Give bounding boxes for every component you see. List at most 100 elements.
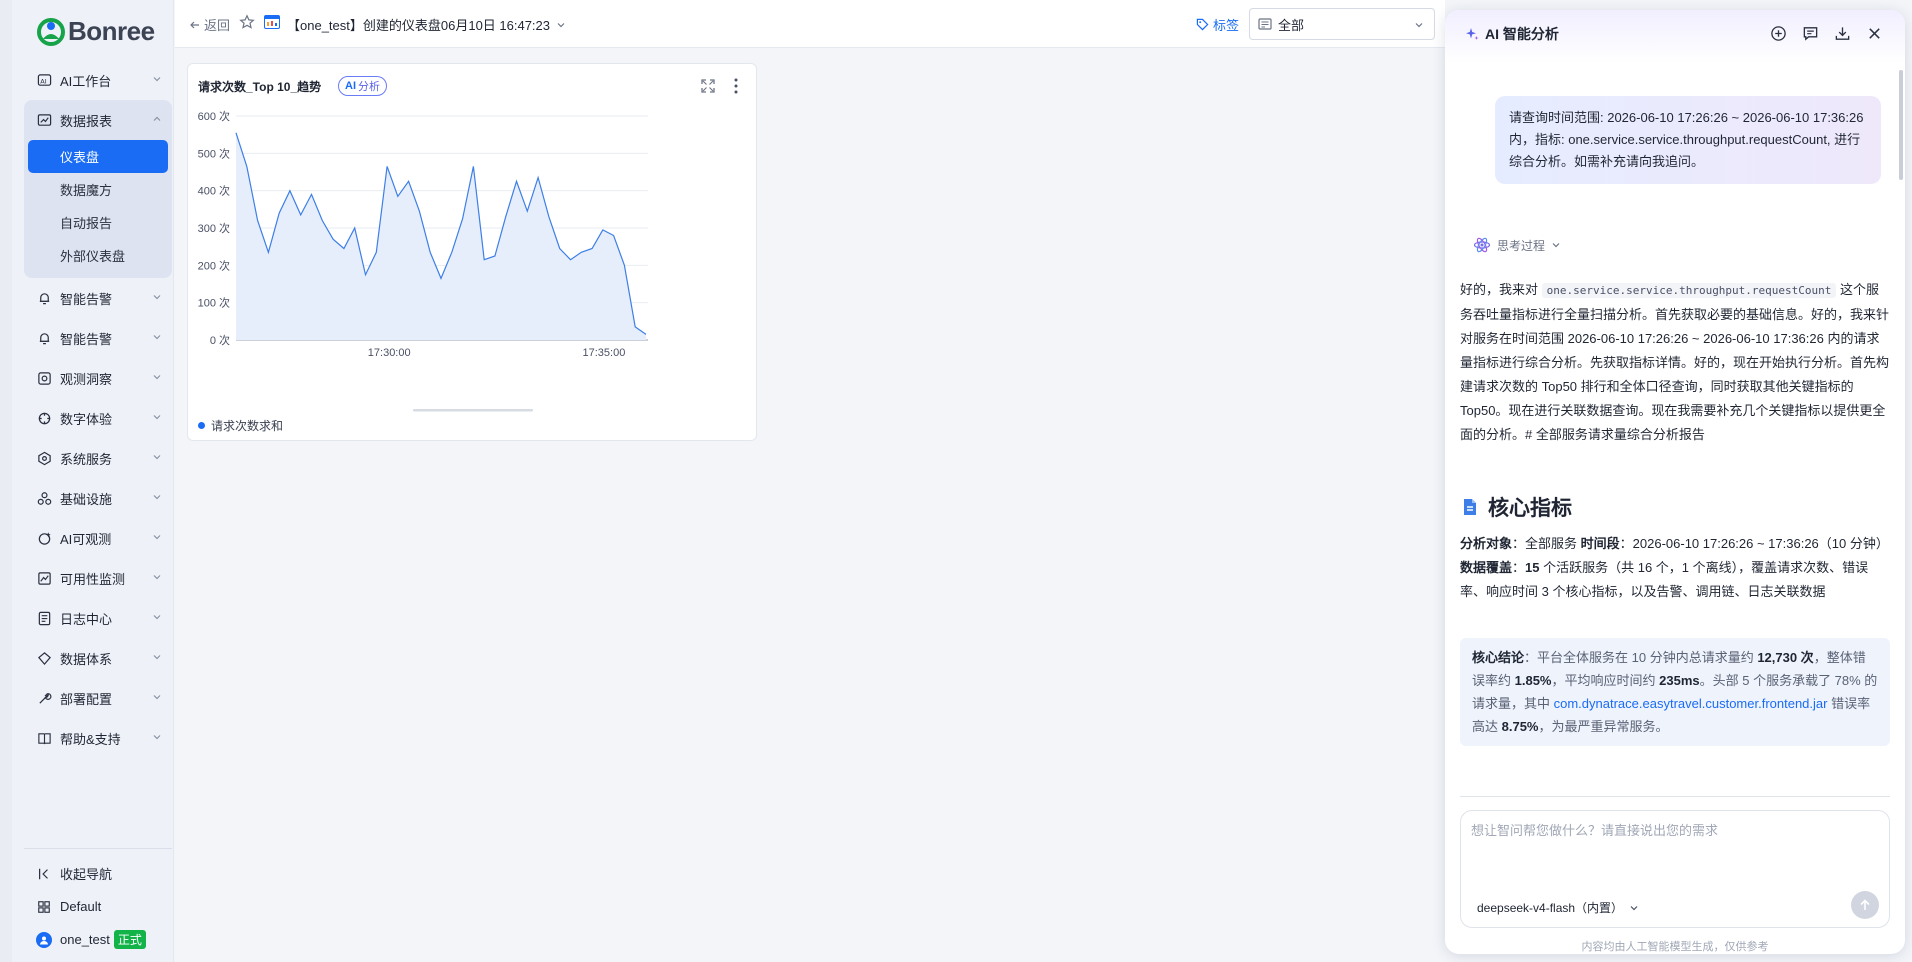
nav-item-alert-2[interactable]: 智能告警 xyxy=(24,318,172,358)
analysis-meta: 分析对象：全部服务 时间段：2026-06-10 17:26:26 ~ 17:3… xyxy=(1460,532,1890,604)
request-count-area-chart: 600 次 500 次 400 次 300 次 200 次 100 次 0 次 17:30:… xyxy=(198,109,648,412)
alert-icon xyxy=(36,290,52,306)
fullscreen-icon[interactable] xyxy=(700,78,716,94)
collapse-left-icon xyxy=(36,866,52,882)
workspace-switch[interactable]: Default xyxy=(24,890,172,923)
more-vertical-icon[interactable] xyxy=(728,77,744,95)
tag-icon xyxy=(1196,18,1209,31)
insight-icon xyxy=(36,370,52,386)
window-edge xyxy=(0,0,12,962)
history-button[interactable] xyxy=(1799,22,1821,44)
nav-item-reports[interactable]: 数据报表 xyxy=(24,100,172,140)
meta-val-coverage-a: ： xyxy=(1512,560,1526,575)
download-icon xyxy=(1835,26,1849,40)
ai-analysis-button[interactable]: AI 分析 xyxy=(338,76,387,96)
x-scroll-thumb[interactable] xyxy=(413,409,533,412)
ai-reply-text: 好的，我来对 one.service.service.throughput.re… xyxy=(1460,278,1890,447)
send-button[interactable] xyxy=(1851,891,1879,919)
chevron-down-icon xyxy=(153,295,161,300)
scope-select[interactable]: 全部 xyxy=(1249,8,1435,40)
sub-item-dashboard[interactable]: 仪表盘 xyxy=(28,140,168,173)
nav-label: 数据体系 xyxy=(60,651,113,667)
legend-marker xyxy=(198,422,205,429)
thinking-process-toggle[interactable]: 思考过程 xyxy=(1473,236,1561,254)
sub-item-external-dashboard[interactable]: 外部仪表盘 xyxy=(28,239,168,272)
chevron-down-icon xyxy=(153,695,161,700)
nav-item-insight[interactable]: 观测洞察 xyxy=(24,358,172,398)
close-icon xyxy=(1868,27,1880,39)
collapse-label: 收起导航 xyxy=(60,867,113,882)
summary-total-requests: 12,730 次 xyxy=(1757,650,1814,665)
service-link[interactable]: com.dynatrace.easytravel.customer.fronte… xyxy=(1554,696,1828,711)
nav-item-ai-workbench[interactable]: AI AI工作台 xyxy=(24,60,172,100)
meta-key-coverage: 数据覆盖 xyxy=(1460,560,1513,575)
alert-icon xyxy=(36,330,52,346)
chevron-down-icon xyxy=(153,535,161,540)
ai-pill-prefix: AI xyxy=(345,80,356,92)
y-tick-label: 0 次 xyxy=(210,333,230,347)
nav-item-infra[interactable]: 基础设施 xyxy=(24,478,172,518)
nav-item-help[interactable]: 帮助&支持 xyxy=(24,718,172,758)
new-chat-button[interactable] xyxy=(1767,22,1789,44)
nav-item-ai-observe[interactable]: AI可观测 xyxy=(24,518,172,558)
y-tick-label: 600 次 xyxy=(198,109,230,123)
meta-val-coverage-b: 15 xyxy=(1525,560,1540,575)
sparkle-icon xyxy=(1466,28,1479,40)
chevron-down-icon xyxy=(1552,243,1560,248)
chevron-down-icon xyxy=(153,495,161,500)
panel-scrollbar[interactable] xyxy=(1899,70,1903,180)
chevron-down-icon xyxy=(153,375,161,380)
model-select[interactable]: deepseek-v4-flash（内置） xyxy=(1477,899,1639,916)
brand-logo[interactable]: Bonree xyxy=(36,16,155,47)
download-button[interactable] xyxy=(1831,22,1853,44)
top-bar: 返回 【one_test】创建的仪表盘06月10日 16:47:23 标签 全部 xyxy=(175,0,1445,48)
nav-item-service[interactable]: 系统服务 xyxy=(24,438,172,478)
section-heading: 核心指标 xyxy=(1460,492,1572,522)
nav-label: 数字体验 xyxy=(60,411,113,427)
x-tick-label: 17:30:00 xyxy=(368,347,411,359)
chat-input[interactable] xyxy=(1471,823,1871,838)
user-profile[interactable]: one_test 正式 xyxy=(24,923,172,956)
sidebar-footer: 收起导航 Default one_test 正式 xyxy=(24,848,172,956)
summary-response-time: 235ms xyxy=(1659,673,1700,688)
star-favorite-icon[interactable] xyxy=(239,14,255,30)
sub-item-auto-report[interactable]: 自动报告 xyxy=(28,206,168,239)
experience-icon xyxy=(36,410,52,426)
collapse-nav-button[interactable]: 收起导航 xyxy=(24,857,172,890)
tag-button[interactable]: 标签 xyxy=(1196,15,1239,34)
summary-service-error-rate: 8.75% xyxy=(1501,719,1539,734)
nav-item-alert[interactable]: 智能告警 xyxy=(24,278,172,318)
meta-val-target: ：全部服务 xyxy=(1512,536,1581,551)
divider xyxy=(1460,796,1890,797)
arrow-left-icon xyxy=(190,21,199,28)
log-icon xyxy=(36,610,52,626)
nav-label: 数据报表 xyxy=(60,113,113,129)
x-tick-label: 17:35:00 xyxy=(583,347,626,359)
scope-value: 全部 xyxy=(1278,17,1305,33)
nav-item-data-system[interactable]: 数据体系 xyxy=(24,638,172,678)
back-button[interactable]: 返回 xyxy=(189,15,230,34)
dashboard-title-dropdown[interactable]: 【one_test】创建的仪表盘06月10日 16:47:23 xyxy=(287,15,566,34)
nav-item-availability[interactable]: 可用性监测 xyxy=(24,558,172,598)
nav-item-deploy[interactable]: 部署配置 xyxy=(24,678,172,718)
back-label: 返回 xyxy=(204,18,231,33)
sub-item-data-cube[interactable]: 数据魔方 xyxy=(28,173,168,206)
document-icon xyxy=(1464,499,1476,515)
model-name: deepseek-v4-flash（内置） xyxy=(1477,901,1624,915)
close-panel-button[interactable] xyxy=(1863,22,1885,44)
ai-panel-title: AI 智能分析 xyxy=(1465,24,1559,44)
y-tick-label: 100 次 xyxy=(198,296,230,310)
nav-label: 部署配置 xyxy=(60,691,113,707)
nav-group-reports: 数据报表 仪表盘 数据魔方 自动报告 外部仪表盘 xyxy=(24,100,172,278)
service-icon xyxy=(36,450,52,466)
summary-error-rate: 1.85% xyxy=(1514,673,1552,688)
chevron-down-icon xyxy=(153,735,161,740)
chevron-down-icon xyxy=(1630,905,1638,910)
chart-legend[interactable]: 请求次数求和 xyxy=(198,417,283,434)
chevron-down-icon xyxy=(1415,23,1423,28)
nav-item-experience[interactable]: 数字体验 xyxy=(24,398,172,438)
nav-label: 智能告警 xyxy=(60,291,113,307)
list-filter-icon xyxy=(1258,18,1272,30)
x-axis-ticks: 17:30:00 17:35:00 xyxy=(368,347,626,359)
nav-item-log[interactable]: 日志中心 xyxy=(24,598,172,638)
